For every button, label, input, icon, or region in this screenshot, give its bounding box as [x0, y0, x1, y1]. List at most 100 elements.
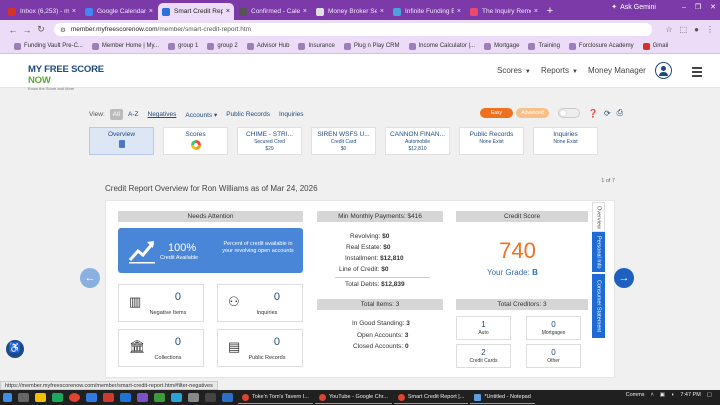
- card-account[interactable]: SIREN WSFS U... Credit Card $0: [311, 127, 376, 155]
- app-icon[interactable]: [120, 393, 131, 402]
- view-inquiries-link[interactable]: Inquiries: [279, 111, 304, 118]
- browser-tab[interactable]: Inbox (6,253) - m ×: [4, 3, 80, 20]
- maximize-icon[interactable]: ❐: [695, 3, 701, 11]
- app-icon[interactable]: [154, 393, 165, 402]
- toggle-switch[interactable]: [558, 108, 580, 118]
- close-icon[interactable]: ×: [226, 8, 230, 15]
- view-accounts-link[interactable]: Accounts ▾: [185, 111, 217, 119]
- extensions-icon[interactable]: ⬚: [680, 25, 688, 34]
- ask-gemini-button[interactable]: Ask Gemini: [620, 4, 656, 11]
- minimize-icon[interactable]: –: [682, 4, 686, 11]
- browser-tab-active[interactable]: Smart Credit Repo ×: [158, 3, 234, 20]
- nav-money-manager[interactable]: Money Manager: [588, 66, 646, 75]
- view-negatives-link[interactable]: Negatives: [148, 111, 177, 118]
- app-icon[interactable]: [86, 393, 97, 402]
- bookmark[interactable]: Member Home | My...: [91, 42, 159, 50]
- clock[interactable]: 7:47 PM: [680, 392, 700, 398]
- creditor-auto[interactable]: 1 Auto: [456, 316, 511, 340]
- close-icon[interactable]: ×: [380, 8, 384, 15]
- tray-comms[interactable]: Comms: [626, 392, 645, 398]
- bookmark-star-icon[interactable]: ☆: [665, 25, 672, 34]
- bookmark[interactable]: Mortgage: [484, 42, 519, 50]
- close-icon[interactable]: ×: [534, 8, 538, 15]
- app-icon[interactable]: [171, 393, 182, 402]
- advanced-mode-button[interactable]: Advanced: [516, 108, 549, 118]
- app-icon[interactable]: [188, 393, 199, 402]
- browser-tab[interactable]: Infinite Funding E ×: [389, 3, 465, 20]
- taskbar-window[interactable]: Toke'n Tom's Tavern I...: [238, 391, 313, 404]
- new-tab-button[interactable]: +: [543, 3, 557, 20]
- close-icon[interactable]: ×: [149, 8, 153, 15]
- nav-scores[interactable]: Scores ▼: [497, 66, 531, 75]
- collections-box[interactable]: 🏛 0 Collections: [118, 329, 204, 367]
- bookmark[interactable]: Training: [528, 42, 560, 50]
- bookmark[interactable]: group 2: [207, 42, 238, 50]
- next-arrow-icon[interactable]: →: [614, 268, 634, 288]
- chrome-icon[interactable]: [69, 393, 80, 402]
- window-close-icon[interactable]: ✕: [710, 3, 716, 11]
- creditor-mortgages[interactable]: 0 Mortgages: [526, 316, 581, 340]
- accessibility-icon[interactable]: ♿: [6, 340, 24, 358]
- bookmark[interactable]: Funding Vault Pre-C...: [14, 42, 83, 50]
- browser-tab[interactable]: Money Broker Sec ×: [312, 3, 388, 20]
- card-account[interactable]: CHIME - STRI... Secured Cred $29: [237, 127, 302, 155]
- windows-start-icon[interactable]: [3, 393, 12, 402]
- bookmark[interactable]: group 1: [168, 42, 198, 50]
- app-icon[interactable]: [137, 393, 148, 402]
- help-icon[interactable]: ❓: [588, 109, 598, 118]
- view-public-records-link[interactable]: Public Records: [226, 111, 270, 118]
- chevron-up-icon[interactable]: ˄: [651, 392, 654, 398]
- card-overview[interactable]: Overview: [89, 127, 154, 155]
- taskbar-window[interactable]: Smart Credit Report |...: [393, 391, 469, 404]
- print-icon[interactable]: ⎙: [617, 108, 623, 118]
- hamburger-menu-icon[interactable]: [692, 67, 702, 79]
- vtab-overview[interactable]: Overview: [592, 202, 605, 232]
- card-public-records[interactable]: Public Records None Exist: [459, 127, 524, 155]
- browser-tab[interactable]: Google Calendar ×: [81, 3, 157, 20]
- task-view-icon[interactable]: [18, 393, 29, 402]
- creditor-other[interactable]: 0 Other: [526, 344, 581, 368]
- easy-mode-button[interactable]: Easy: [480, 108, 513, 118]
- bookmark[interactable]: Advisor Hub: [246, 42, 289, 50]
- bookmark[interactable]: Plug n Play CRM: [343, 42, 400, 50]
- notification-icon[interactable]: ▢: [707, 392, 712, 398]
- close-icon[interactable]: ×: [303, 8, 307, 15]
- refresh-icon[interactable]: ⟳: [604, 109, 611, 118]
- app-icon[interactable]: [103, 393, 114, 402]
- card-inquiries[interactable]: Inquiries None Exist: [533, 127, 598, 155]
- site-info-icon[interactable]: ⚙: [60, 26, 66, 34]
- public-records-box[interactable]: ▤ 0 Public Records: [217, 329, 303, 367]
- bookmark[interactable]: Gmail: [642, 42, 668, 50]
- browser-tab[interactable]: The Inquiry Remo ×: [466, 3, 542, 20]
- reload-icon[interactable]: ↻: [34, 24, 48, 35]
- creditor-credit-cards[interactable]: 2 Credit Cards: [456, 344, 511, 368]
- view-az-link[interactable]: A-Z: [128, 111, 138, 118]
- bookmark[interactable]: Forclosure Academy: [568, 42, 634, 50]
- negative-items-box[interactable]: ▥ 0 Negative Items: [118, 284, 204, 322]
- app-icon[interactable]: [222, 393, 233, 402]
- app-icon[interactable]: [205, 393, 216, 402]
- taskbar-window[interactable]: *Untitled - Notepad: [470, 391, 535, 404]
- profile-icon[interactable]: ●: [694, 25, 699, 34]
- vtab-personal-info[interactable]: Personal Info: [592, 232, 605, 272]
- prev-arrow-icon[interactable]: ←: [80, 268, 100, 288]
- more-icon[interactable]: ⋮: [706, 25, 714, 34]
- close-icon[interactable]: ×: [72, 8, 76, 15]
- url-input[interactable]: ⚙ member.myfreescorenow.com/member/smart…: [54, 23, 653, 36]
- card-account[interactable]: CANNON FINAN... Automobile $12,810: [385, 127, 450, 155]
- view-all-button[interactable]: All: [109, 109, 124, 120]
- card-scores[interactable]: Scores: [163, 127, 228, 155]
- inquiries-box[interactable]: ⚇ 0 Inquiries: [217, 284, 303, 322]
- taskbar-window[interactable]: YouTube - Google Chr...: [314, 391, 392, 404]
- forward-icon[interactable]: →: [20, 25, 34, 35]
- site-logo[interactable]: MY FREE SCORE NOW Know the Score and Mor…: [28, 64, 108, 91]
- close-icon[interactable]: ×: [457, 8, 461, 15]
- vtab-consumer-statement[interactable]: Consumer Statement: [592, 274, 605, 338]
- user-avatar-icon[interactable]: [655, 62, 672, 79]
- browser-tab[interactable]: Confirmed - Cale ×: [235, 3, 311, 20]
- bookmark[interactable]: Income Calculator |...: [408, 42, 475, 50]
- nav-reports[interactable]: Reports ▼: [541, 66, 578, 75]
- back-icon[interactable]: ←: [6, 25, 20, 35]
- network-icon[interactable]: ▣: [660, 392, 665, 398]
- app-icon[interactable]: [52, 393, 63, 402]
